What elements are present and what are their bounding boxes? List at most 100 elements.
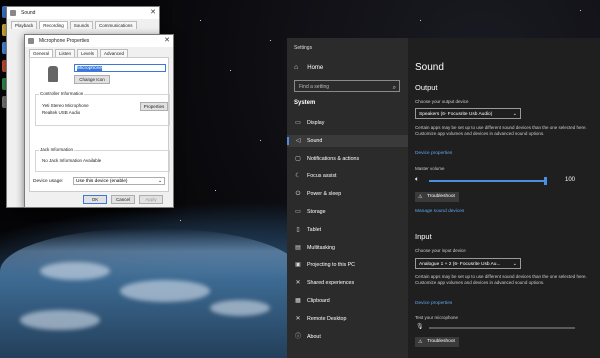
sidebar-item-display[interactable]: ▭ Display	[287, 117, 408, 129]
sidebar-item-label: Remote Desktop	[307, 315, 347, 322]
home-icon: ⌂	[294, 64, 299, 71]
sidebar-item-label: Focus assist	[307, 173, 337, 180]
sound-dialog-titlebar: Sound ✕	[7, 7, 159, 19]
notifications-icon: ▢	[295, 155, 301, 162]
test-microphone-label: Test your microphone	[415, 315, 459, 320]
change-icon-button[interactable]: Change Icon	[74, 75, 110, 84]
volume-fill	[429, 180, 546, 182]
tab-listen[interactable]: Listen	[55, 49, 76, 57]
cloud	[120, 280, 210, 302]
mic-properties-dialog: Microphone Properties ✕ General Listen L…	[24, 34, 174, 208]
sidebar-item-clipboard[interactable]: ▦ Clipboard	[287, 295, 408, 307]
mic-properties-titlebar: Microphone Properties ✕	[25, 35, 173, 47]
sidebar-item-tablet[interactable]: ▯ Tablet	[287, 224, 408, 236]
power-icon: ⏻	[295, 191, 301, 198]
sidebar-item-shared-experiences[interactable]: ✕ Shared experiences	[287, 277, 408, 289]
tab-communications[interactable]: Communications	[95, 21, 137, 29]
star	[230, 70, 231, 71]
input-device-value: Analogue 1 + 2 (6- Focusrite Usb Au...	[419, 262, 501, 267]
controller-group-label: Controller Information	[39, 91, 85, 96]
jack-group-label: Jack Information	[39, 147, 75, 152]
chevron-down-icon: ⌄	[157, 179, 162, 184]
general-panel: Microphone Change Icon Controller Inform…	[29, 57, 170, 192]
output-note: Certain apps may be set up to use differ…	[415, 125, 587, 136]
sidebar-item-storage[interactable]: ▭ Storage	[287, 206, 408, 218]
tab-playback[interactable]: Playback	[11, 21, 38, 29]
shared-experiences-icon: ✕	[295, 280, 301, 287]
cancel-button[interactable]: Cancel	[111, 195, 135, 204]
sidebar-item-label: Shared experiences	[307, 280, 355, 287]
tab-sounds[interactable]: Sounds	[69, 21, 94, 29]
search-input[interactable]: Find a setting ⌕	[294, 80, 400, 92]
sidebar-item-label: About	[307, 333, 321, 340]
sidebar-item-remote-desktop[interactable]: ✕ Remote Desktop	[287, 313, 408, 325]
wrench-icon: ⚠︎	[418, 339, 423, 345]
sound-icon: ◁	[295, 137, 301, 144]
speaker-icon	[10, 10, 16, 16]
sound-dialog-title: Sound	[21, 10, 36, 16]
sidebar-item-notifications-actions[interactable]: ▢ Notifications & actions	[287, 153, 408, 165]
properties-button[interactable]: Properties	[140, 102, 168, 111]
output-device-properties-link[interactable]: Device properties	[415, 151, 452, 156]
tab-advanced[interactable]: Advanced	[100, 49, 129, 57]
device-usage-label: Device usage:	[33, 179, 64, 184]
jack-info-group: Jack Information No Jack Information Ava…	[35, 147, 170, 172]
device-usage-value: Use this device (enable)	[76, 179, 128, 184]
multitasking-icon: ▤	[295, 244, 301, 251]
star	[200, 20, 201, 21]
tab-recording[interactable]: Recording	[39, 21, 68, 29]
master-volume-slider[interactable]	[429, 177, 547, 185]
search-placeholder: Find a setting	[299, 84, 330, 90]
device-name-field[interactable]: Microphone	[74, 64, 166, 72]
apply-button[interactable]: Apply	[139, 195, 163, 204]
controller-line1: Yeti Stereo Microphone	[42, 103, 89, 108]
sidebar-item-label: Storage	[307, 209, 326, 215]
input-device-properties-link[interactable]: Device properties	[415, 301, 452, 306]
settings-sidebar: Settings ⌂ Home Find a setting ⌕ System …	[287, 38, 408, 358]
sidebar-item-sound[interactable]: ◁ Sound	[287, 134, 408, 147]
output-device-select[interactable]: Speakers (6- Focusrite Usb Audio) ⌄	[415, 108, 521, 119]
master-volume-label: Master volume	[415, 166, 445, 171]
home-nav-item[interactable]: ⌂ Home	[294, 64, 323, 71]
device-usage-select[interactable]: Use this device (enable) ⌄	[73, 177, 165, 185]
ok-button[interactable]: OK	[83, 195, 107, 204]
close-icon[interactable]: ✕	[164, 35, 170, 47]
focus-assist-icon: ☾	[295, 173, 301, 180]
cloud	[20, 310, 100, 330]
volume-thumb[interactable]	[544, 177, 547, 185]
speaker-icon[interactable]: 🔈︎	[415, 176, 419, 184]
sidebar-item-projecting-to-this-pc[interactable]: ▣ Projecting to this PC	[287, 259, 408, 271]
output-troubleshoot-button[interactable]: ⚠︎ Troubleshoot	[415, 192, 459, 202]
jack-info-text: No Jack Information Available	[42, 158, 102, 163]
microphone-icon: 🎙︎	[416, 324, 424, 330]
sidebar-item-multitasking[interactable]: ▤ Multitasking	[287, 242, 408, 254]
tab-levels[interactable]: Levels	[77, 49, 99, 57]
input-heading: Input	[415, 232, 432, 241]
close-icon[interactable]: ✕	[150, 7, 156, 19]
display-icon: ▭	[295, 120, 301, 126]
input-device-select[interactable]: Analogue 1 + 2 (6- Focusrite Usb Au... ⌄	[415, 258, 521, 269]
sidebar-item-label: Projecting to this PC	[307, 262, 355, 269]
sidebar-item-about[interactable]: ⓘ About	[287, 331, 408, 343]
tab-general[interactable]: General	[29, 49, 54, 57]
troubleshoot-label: Troubleshoot	[427, 194, 455, 199]
star	[270, 40, 271, 41]
input-troubleshoot-button[interactable]: ⚠︎ Troubleshoot	[415, 337, 459, 347]
chevron-down-icon: ⌄	[512, 111, 517, 117]
manage-sound-devices-link[interactable]: Manage sound devices	[415, 209, 464, 214]
mic-properties-tabs: General Listen Levels Advanced	[25, 47, 173, 57]
microphone-icon	[28, 38, 34, 44]
about-icon: ⓘ	[294, 333, 301, 340]
cloud	[210, 300, 270, 316]
mic-properties-title: Microphone Properties	[39, 38, 90, 44]
projecting-icon: ▣	[295, 262, 301, 269]
sidebar-item-label: Power & sleep	[307, 191, 342, 198]
section-heading: System	[294, 100, 316, 106]
settings-window-title: Settings	[294, 45, 313, 51]
sidebar-item-focus-assist[interactable]: ☾ Focus assist	[287, 170, 408, 182]
sound-settings-page: Sound Output Choose your output device S…	[415, 38, 595, 358]
sidebar-item-power-sleep[interactable]: ⏻ Power & sleep	[287, 188, 408, 200]
output-device-value: Speakers (6- Focusrite Usb Audio)	[419, 112, 493, 117]
sidebar-item-label: Notifications & actions	[307, 155, 360, 162]
clipboard-icon: ▦	[295, 298, 301, 304]
